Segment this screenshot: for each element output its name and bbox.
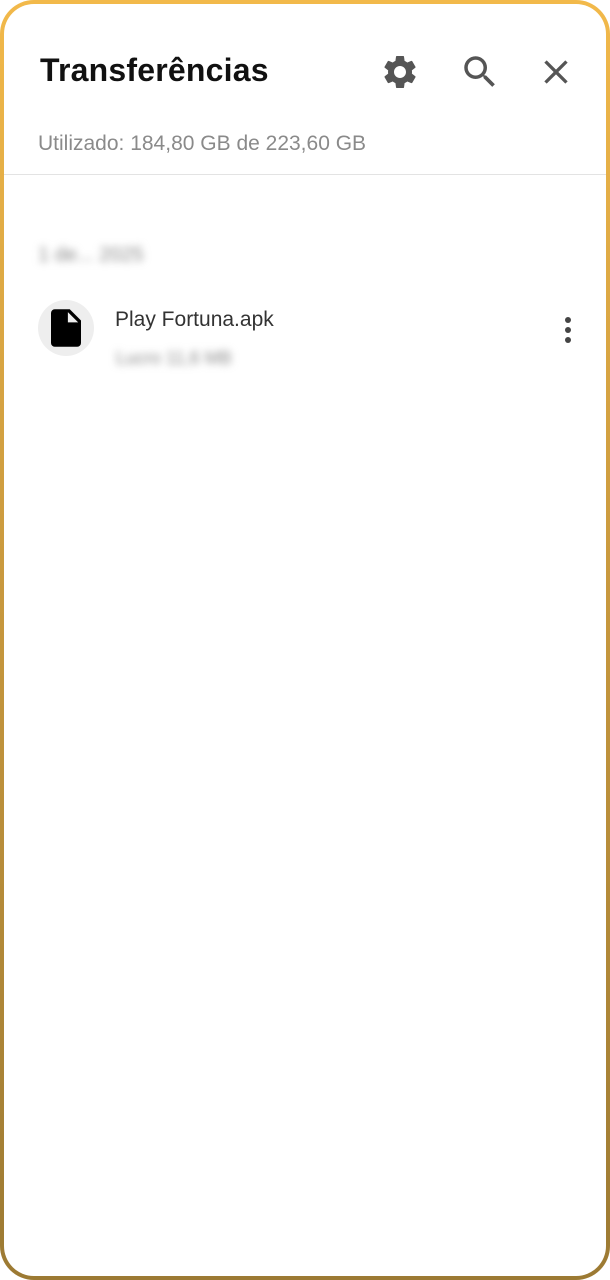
downloads-screen: Transferências Utilizado: 184,80 GB de 2… [4, 4, 606, 1276]
file-icon [51, 309, 81, 347]
more-options-button[interactable] [550, 310, 586, 350]
close-icon [544, 60, 568, 84]
date-group-label: 1 de... 2025 [38, 244, 144, 266]
storage-usage: Utilizado: 184,80 GB de 223,60 GB [38, 132, 367, 155]
gear-icon [384, 55, 416, 88]
header-divider [4, 174, 606, 175]
list-item[interactable]: Play Fortuna.apk Lucro 11,6 MB [4, 294, 606, 374]
header: Transferências Utilizado: 184,80 GB de 2… [4, 4, 606, 155]
page-title: Transferências [40, 52, 269, 88]
search-button[interactable] [456, 48, 504, 96]
file-avatar [38, 300, 94, 356]
search-icon [464, 56, 495, 87]
file-name: Play Fortuna.apk [115, 308, 274, 331]
file-meta: Lucro 11,6 MB [116, 348, 232, 368]
close-button[interactable] [532, 48, 580, 96]
more-vert-icon [565, 317, 571, 343]
settings-button[interactable] [376, 48, 424, 96]
device-frame: Transferências Utilizado: 184,80 GB de 2… [0, 0, 610, 1280]
